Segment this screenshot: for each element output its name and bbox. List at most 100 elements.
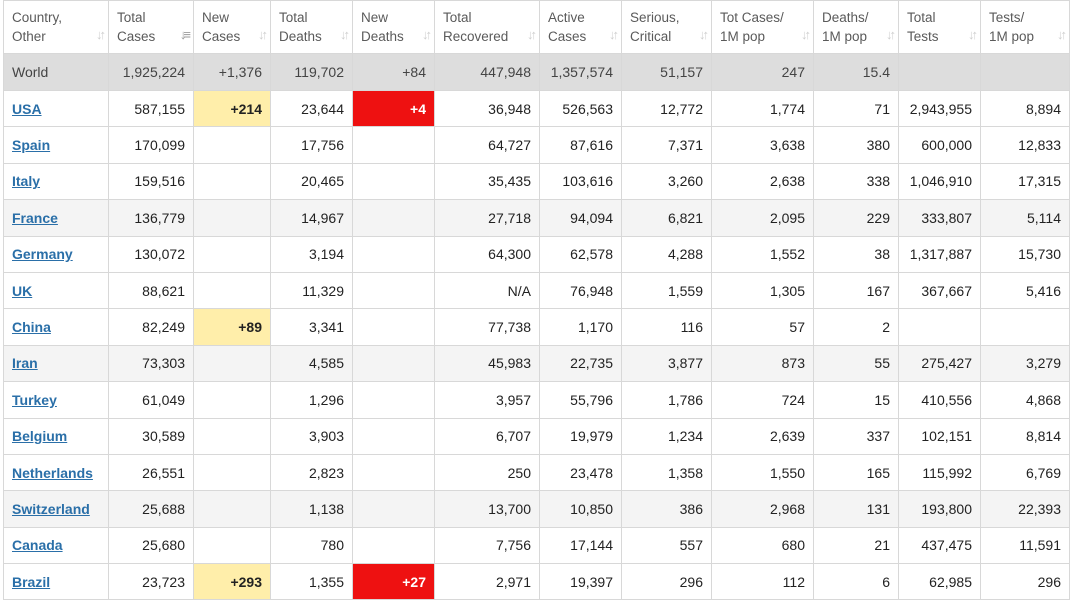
column-header-active-cases[interactable]: Active Cases ↓↑ — [539, 0, 622, 54]
cell-deaths-per-million: 167 — [813, 271, 899, 310]
cell-new-deaths — [352, 308, 435, 346]
cell-new-cases — [193, 126, 271, 164]
sort-icon[interactable]: ↓↑ — [886, 25, 896, 44]
cell-deaths-per-million: 338 — [813, 162, 899, 201]
country-link[interactable]: Iran — [12, 355, 38, 371]
cell-serious-critical: 1,786 — [621, 381, 712, 419]
column-header-label: Critical — [630, 29, 672, 44]
cell-cases-per-million: 57 — [711, 308, 814, 346]
country-link[interactable]: Belgium — [12, 428, 67, 444]
cell-total-cases: 159,516 — [108, 162, 194, 201]
cell-country: Turkey — [3, 381, 109, 419]
country-link[interactable]: Switzerland — [12, 501, 90, 517]
cell-serious-critical: 386 — [621, 490, 712, 528]
cell-total-deaths: 1,296 — [270, 381, 353, 419]
country-link[interactable]: Netherlands — [12, 465, 93, 481]
cell-total-cases: 23,723 — [108, 563, 194, 601]
country-link[interactable]: UK — [12, 283, 32, 299]
country-link[interactable]: USA — [12, 101, 42, 117]
cell-new-deaths — [352, 162, 435, 201]
cell-total-recovered: N/A — [434, 271, 540, 310]
country-link[interactable]: Canada — [12, 537, 63, 553]
cell-new-cases — [193, 199, 271, 237]
cell-tests-per-million: 11,591 — [980, 526, 1070, 565]
country-link[interactable]: France — [12, 210, 58, 226]
column-header-total-tests[interactable]: Total Tests ↓↑ — [898, 0, 981, 54]
cell-total-cases: 30,589 — [108, 417, 194, 455]
cell-country: USA — [3, 89, 109, 128]
cell-new-deaths — [352, 526, 435, 565]
cell-total-recovered: 250 — [434, 453, 540, 492]
cell-deaths-per-million: 71 — [813, 89, 899, 128]
cell-new-deaths — [352, 126, 435, 164]
cell-total-recovered: 64,300 — [434, 235, 540, 273]
cell-new-cases — [193, 235, 271, 273]
column-header-label: 1M pop — [822, 29, 868, 44]
column-header-label: New — [202, 10, 230, 25]
country-link[interactable]: Turkey — [12, 392, 57, 408]
country-link[interactable]: Italy — [12, 173, 40, 189]
cell-deaths-per-million: 380 — [813, 126, 899, 164]
cell-serious-critical: 116 — [621, 308, 712, 346]
cell-tests-per-million: 5,114 — [980, 199, 1070, 237]
cell-country: UK — [3, 271, 109, 310]
column-header-cases-per-million[interactable]: Tot Cases/1M pop ↓↑ — [711, 0, 814, 54]
cell-tests-per-million — [980, 53, 1070, 91]
country-link[interactable]: China — [12, 319, 51, 335]
cell-tests-per-million: 296 — [980, 563, 1070, 601]
cell-new-deaths — [352, 271, 435, 310]
cell-tests-per-million: 8,814 — [980, 417, 1070, 455]
cell-total-cases: 587,155 — [108, 89, 194, 128]
cell-total-deaths: 2,823 — [270, 453, 353, 492]
cell-total-recovered: 7,756 — [434, 526, 540, 565]
column-header-label: 1M pop — [720, 29, 766, 44]
column-header-label: Tests — [907, 29, 939, 44]
cell-deaths-per-million: 15.4 — [813, 53, 899, 91]
covid-stats-table: Country, Other ↓↑ Total Cases ↓≡ New Cases ↓↑ Tot… — [3, 0, 1070, 601]
sort-icon[interactable]: ↓↑ — [96, 25, 106, 44]
table-row: Belgium 30,589 3,903 6,707 19,979 1,234 2,639 3… — [3, 417, 1070, 455]
cell-new-deaths — [352, 235, 435, 273]
column-header-label: Other — [12, 29, 46, 44]
cell-total-cases: 25,688 — [108, 490, 194, 528]
sort-icon[interactable]: ↓↑ — [258, 25, 268, 44]
cell-total-cases: 88,621 — [108, 271, 194, 310]
country-link[interactable]: Germany — [12, 246, 73, 262]
cell-total-deaths: 3,194 — [270, 235, 353, 273]
cell-cases-per-million: 1,550 — [711, 453, 814, 492]
sort-icon[interactable]: ↓↑ — [801, 25, 811, 44]
cell-serious-critical: 7,371 — [621, 126, 712, 164]
cell-new-deaths: +84 — [352, 53, 435, 91]
sort-icon[interactable]: ↓↑ — [422, 25, 432, 44]
cell-cases-per-million: 112 — [711, 563, 814, 601]
sort-desc-icon[interactable]: ↓≡ — [180, 25, 191, 44]
country-link[interactable]: Brazil — [12, 574, 50, 590]
column-header-country[interactable]: Country, Other ↓↑ — [3, 0, 109, 54]
column-header-new-cases[interactable]: New Cases ↓↑ — [193, 0, 271, 54]
cell-active-cases: 19,979 — [539, 417, 622, 455]
sort-icon[interactable]: ↓↑ — [609, 25, 619, 44]
sort-icon[interactable]: ↓↑ — [340, 25, 350, 44]
cell-new-deaths — [352, 417, 435, 455]
column-header-label: Total — [907, 10, 936, 25]
column-header-new-deaths[interactable]: New Deaths ↓↑ — [352, 0, 435, 54]
table-row: UK 88,621 11,329 N/A 76,948 1,559 1,305 167 367,… — [3, 271, 1070, 310]
cell-total-recovered: 27,718 — [434, 199, 540, 237]
column-header-total-deaths[interactable]: Total Deaths ↓↑ — [270, 0, 353, 54]
cell-total-tests: 102,151 — [898, 417, 981, 455]
cell-total-tests: 1,317,887 — [898, 235, 981, 273]
cell-deaths-per-million: 6 — [813, 563, 899, 601]
sort-icon[interactable]: ↓↑ — [527, 25, 537, 44]
column-header-serious-critical[interactable]: Serious, Critical ↓↑ — [621, 0, 712, 54]
country-link[interactable]: Spain — [12, 137, 50, 153]
sort-icon[interactable]: ↓↑ — [968, 25, 978, 44]
cell-total-deaths: 1,138 — [270, 490, 353, 528]
column-header-total-cases[interactable]: Total Cases ↓≡ — [108, 0, 194, 54]
column-header-tests-per-million[interactable]: Tests/1M pop ↓↑ — [980, 0, 1070, 54]
column-header-deaths-per-million[interactable]: Deaths/1M pop ↓↑ — [813, 0, 899, 54]
sort-icon[interactable]: ↓↑ — [699, 25, 709, 44]
cell-new-cases — [193, 453, 271, 492]
sort-icon[interactable]: ↓↑ — [1057, 25, 1067, 44]
column-header-total-recovered[interactable]: Total Recovered ↓↑ — [434, 0, 540, 54]
cell-country: Canada — [3, 526, 109, 565]
